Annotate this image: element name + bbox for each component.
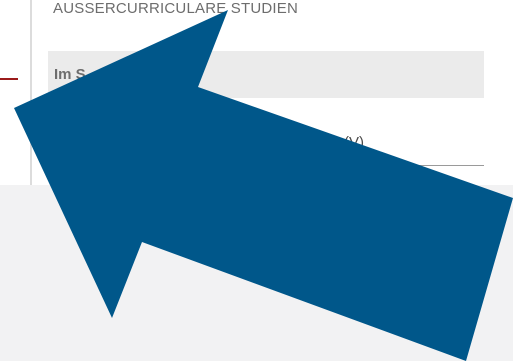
arrow-pointer-icon <box>14 10 513 361</box>
page: AUSSERCURRICULARE STUDIEN Im S (V) <box>0 0 513 361</box>
